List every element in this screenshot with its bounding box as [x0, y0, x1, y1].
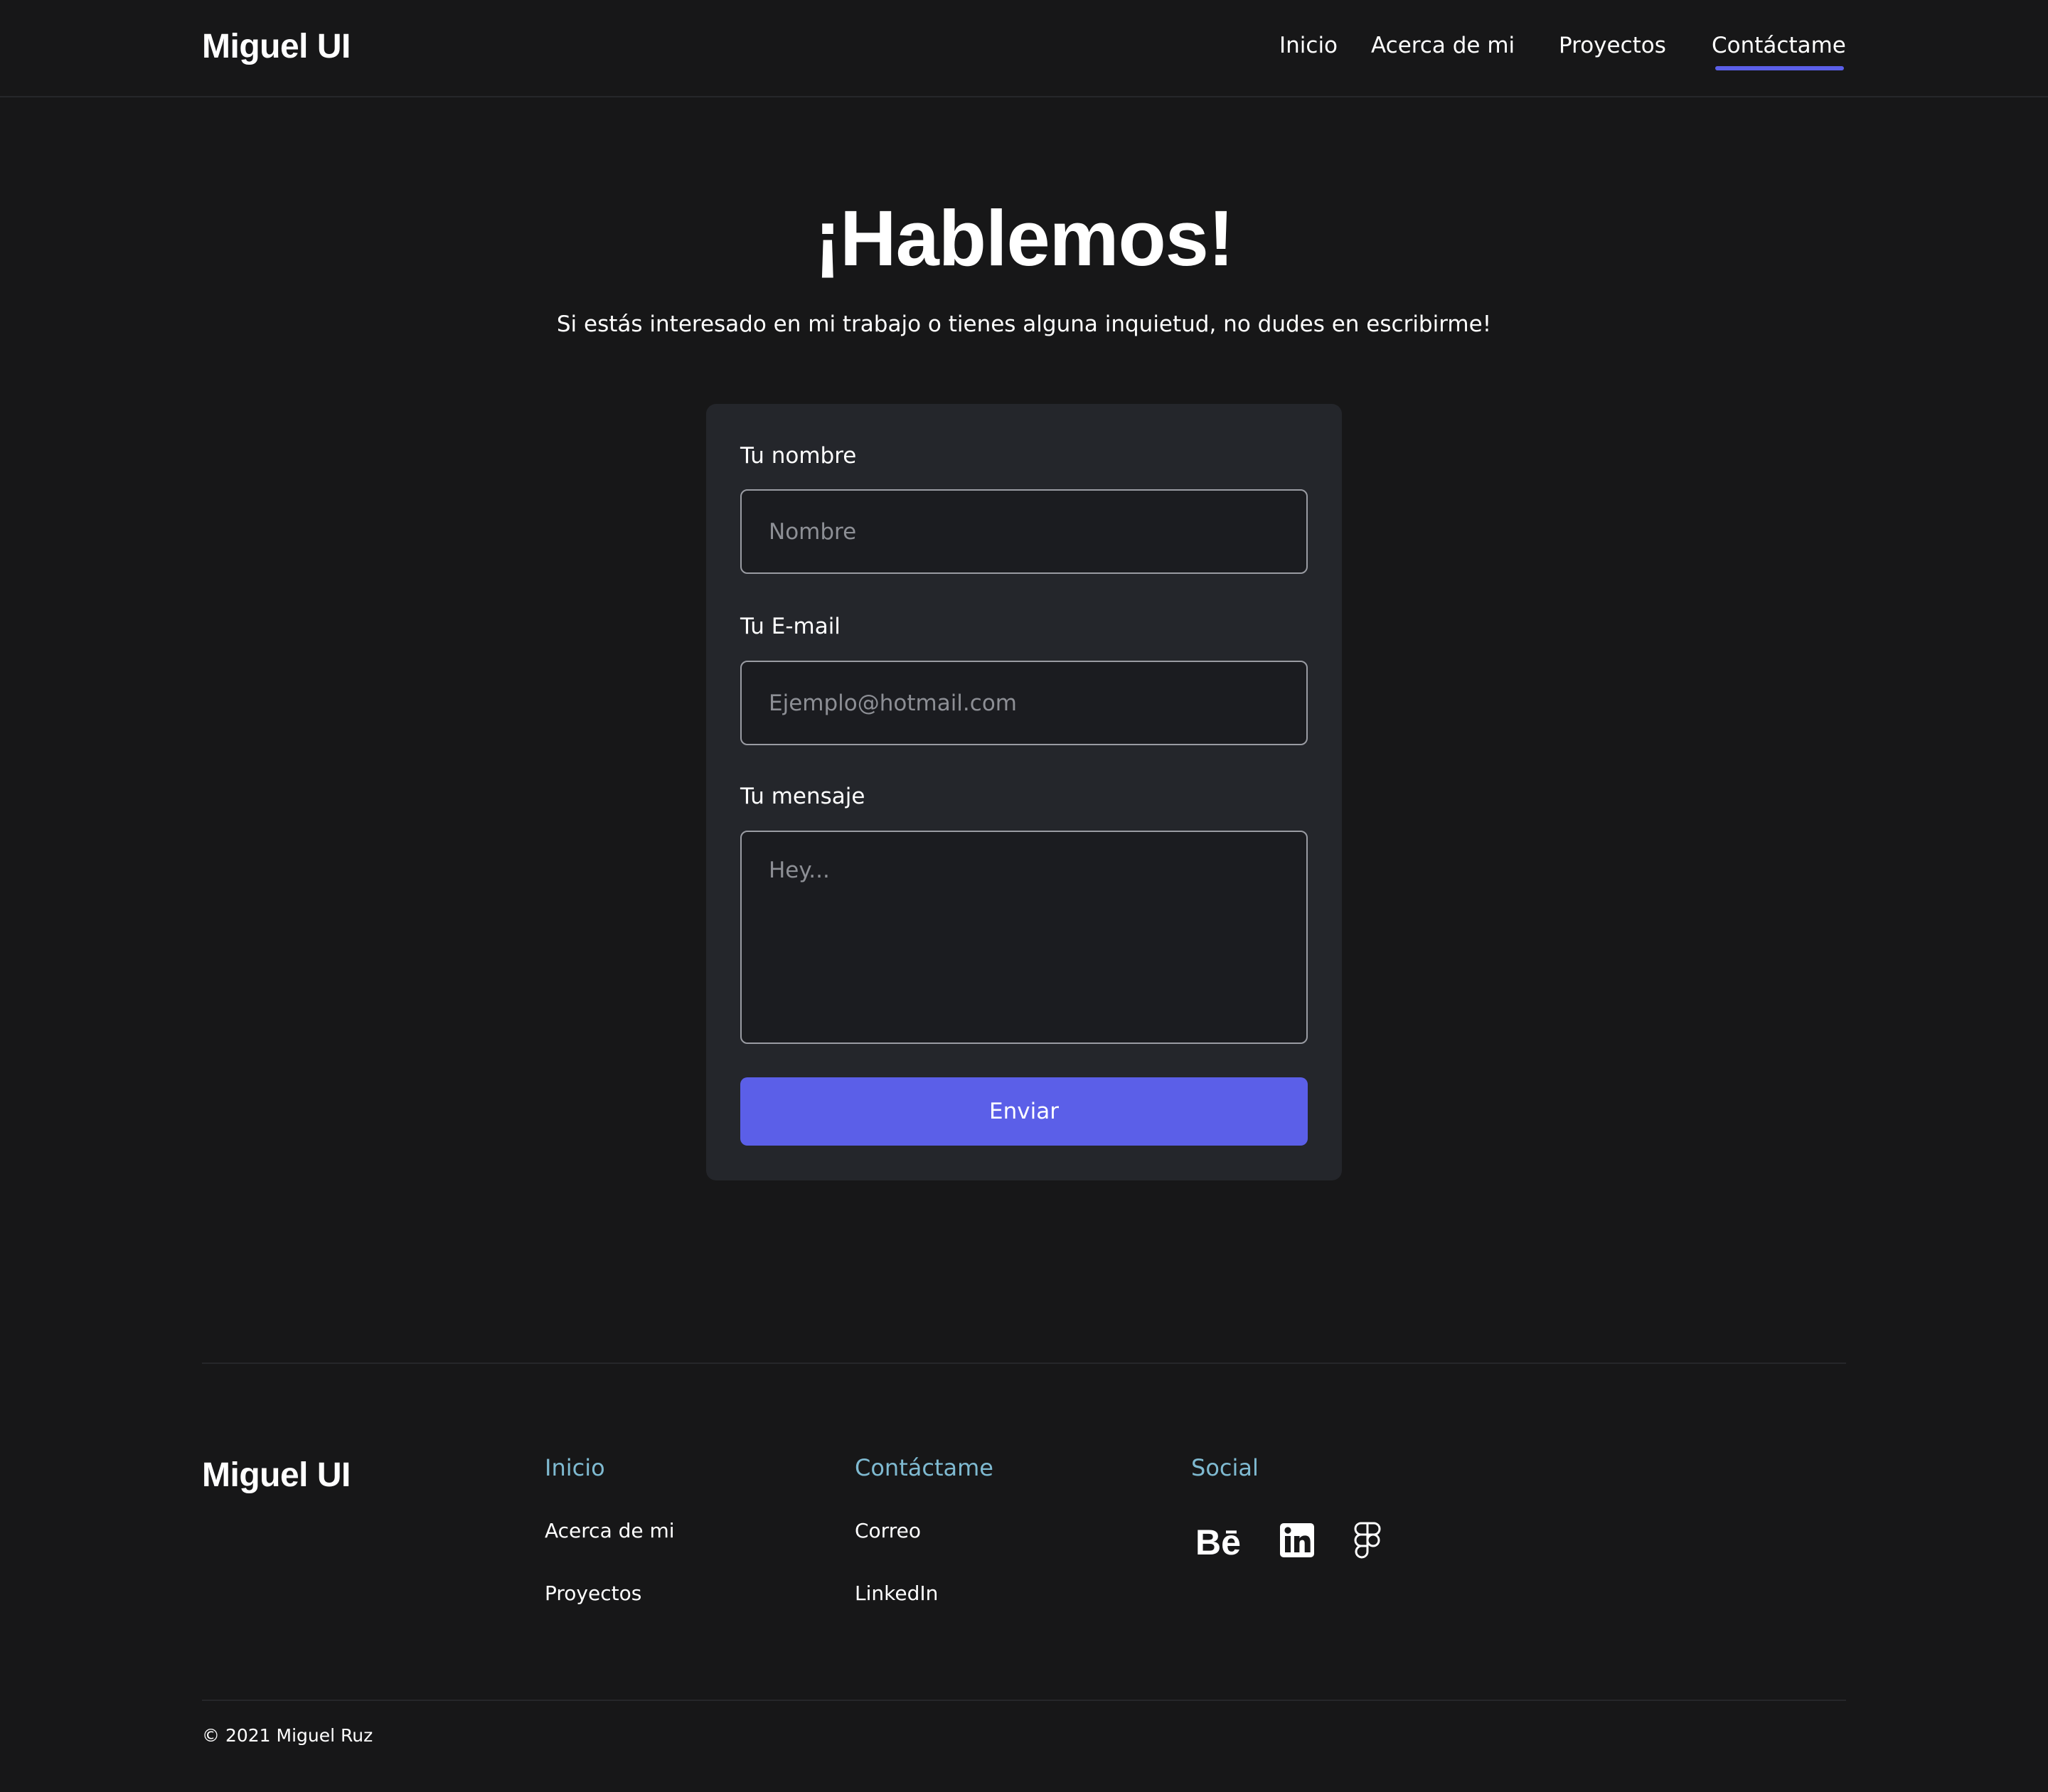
site-header: Miguel UI Inicio Acerca de mi Proyectos …: [0, 0, 2048, 97]
message-textarea[interactable]: [740, 831, 1308, 1044]
svg-text:Bē: Bē: [1195, 1522, 1241, 1559]
footer-divider: [202, 1362, 1846, 1364]
figma-icon[interactable]: [1354, 1522, 1381, 1560]
nav-item-proyectos[interactable]: Proyectos: [1559, 33, 1666, 58]
behance-icon[interactable]: Bē: [1195, 1522, 1245, 1562]
footer-link-proyectos[interactable]: Proyectos: [545, 1582, 641, 1605]
nav-item-inicio[interactable]: Inicio: [1279, 33, 1338, 58]
name-label: Tu nombre: [740, 443, 857, 469]
footer-heading-social: Social: [1191, 1454, 1259, 1481]
page-title: ¡Hablemos!: [814, 195, 1234, 282]
footer-link-acerca[interactable]: Acerca de mi: [545, 1519, 675, 1542]
footer-heading-inicio[interactable]: Inicio: [545, 1454, 605, 1481]
site-logo[interactable]: Miguel UI: [202, 27, 351, 66]
nav-item-contactame[interactable]: Contáctame: [1712, 33, 1846, 58]
active-nav-indicator: [1715, 66, 1844, 70]
page-subtitle: Si estás interesado en mi trabajo o tien…: [556, 311, 1492, 337]
footer-link-linkedin[interactable]: LinkedIn: [855, 1582, 938, 1605]
name-input[interactable]: [740, 489, 1308, 574]
message-label: Tu mensaje: [740, 784, 865, 809]
nav-item-acerca[interactable]: Acerca de mi: [1371, 33, 1515, 58]
footer-bottom-divider: [202, 1700, 1846, 1701]
footer-link-correo[interactable]: Correo: [855, 1519, 921, 1542]
email-label: Tu E-mail: [740, 614, 841, 639]
contact-form: Tu nombre Tu E-mail Tu mensaje Enviar: [706, 404, 1342, 1180]
linkedin-icon[interactable]: [1280, 1523, 1314, 1557]
footer-heading-contactame[interactable]: Contáctame: [855, 1454, 993, 1481]
contact-page: Miguel UI Inicio Acerca de mi Proyectos …: [0, 0, 2048, 1792]
footer-logo[interactable]: Miguel UI: [202, 1456, 351, 1495]
send-button[interactable]: Enviar: [740, 1077, 1308, 1146]
copyright-text: © 2021 Miguel Ruz: [202, 1725, 373, 1746]
email-input[interactable]: [740, 661, 1308, 745]
